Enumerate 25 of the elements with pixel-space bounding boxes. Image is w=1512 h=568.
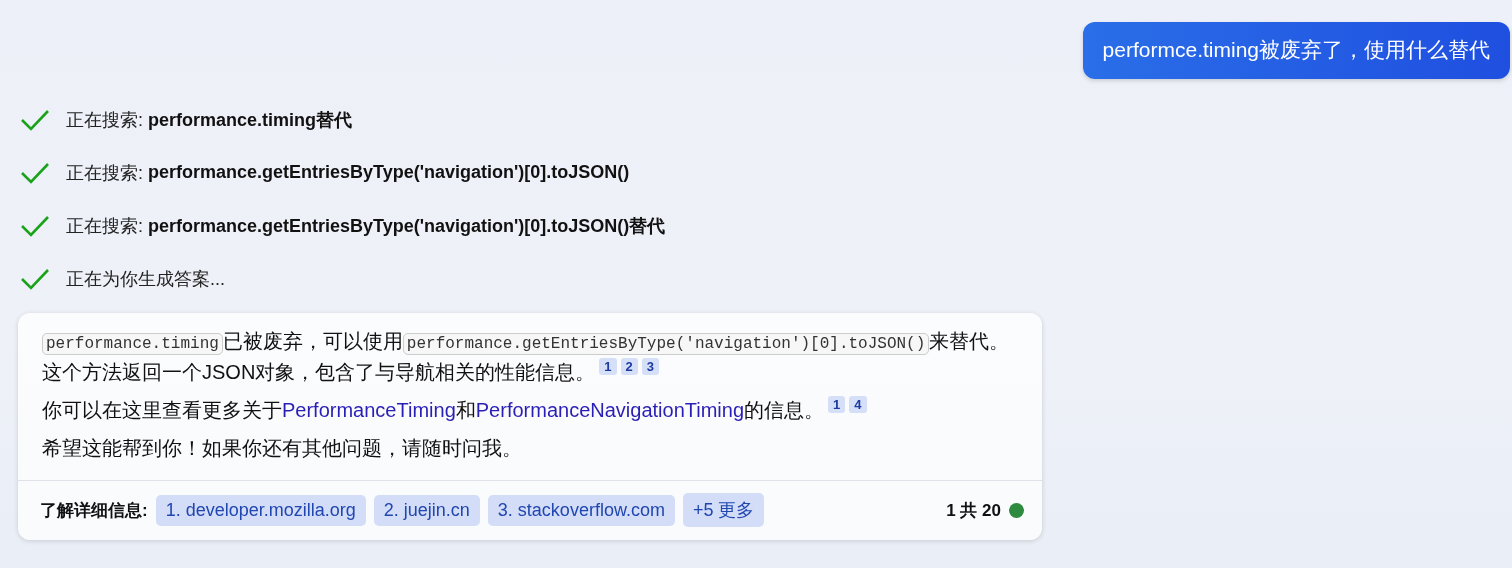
source-chip[interactable]: +5 更多 — [682, 493, 765, 527]
search-query: performance.timing替代 — [148, 108, 353, 132]
citation-badge[interactable]: 3 — [641, 358, 660, 376]
source-chip[interactable]: 3. stackoverflow.com — [487, 494, 675, 526]
citation-badge[interactable]: 1 — [828, 396, 846, 414]
status-dot — [1009, 502, 1024, 518]
link[interactable]: PerformanceTiming — [282, 399, 456, 421]
source-chip[interactable]: 2. juejin.cn — [373, 494, 480, 526]
inline-code: performance.timing — [42, 333, 223, 355]
learn-more-label: 了解详细信息: — [40, 499, 148, 522]
answer-paragraph: 希望这能帮到你！如果你还有其他问题，请随时问我。 — [42, 436, 523, 461]
search-query: performance.getEntriesByType('navigation')[0].toJSON() — [148, 162, 630, 183]
citation-badge[interactable]: 1 — [599, 358, 617, 376]
step-label: 正在为你生成答案... — [66, 267, 225, 291]
citation-badge[interactable]: 2 — [620, 358, 638, 376]
search-query: performance.getEntriesByType('navigation')[0].toJSON()替代 — [148, 214, 666, 238]
step-label: 正在搜索: — [66, 214, 143, 238]
source-chip[interactable]: 1. developer.mozilla.org — [155, 494, 366, 526]
user-message: performce.timing被废弃了，使用什么替代 — [1082, 22, 1510, 79]
citation-badge[interactable]: 4 — [849, 396, 867, 414]
response-counter: 1 共 20 — [946, 499, 1001, 522]
step-label: 正在搜索: — [66, 161, 143, 185]
inline-code: performance.getEntriesByType('navigation')[0].toJSON() — [402, 333, 930, 355]
link[interactable]: PerformanceNavigationTiming — [475, 399, 745, 421]
step-label: 正在搜索: — [66, 108, 143, 132]
